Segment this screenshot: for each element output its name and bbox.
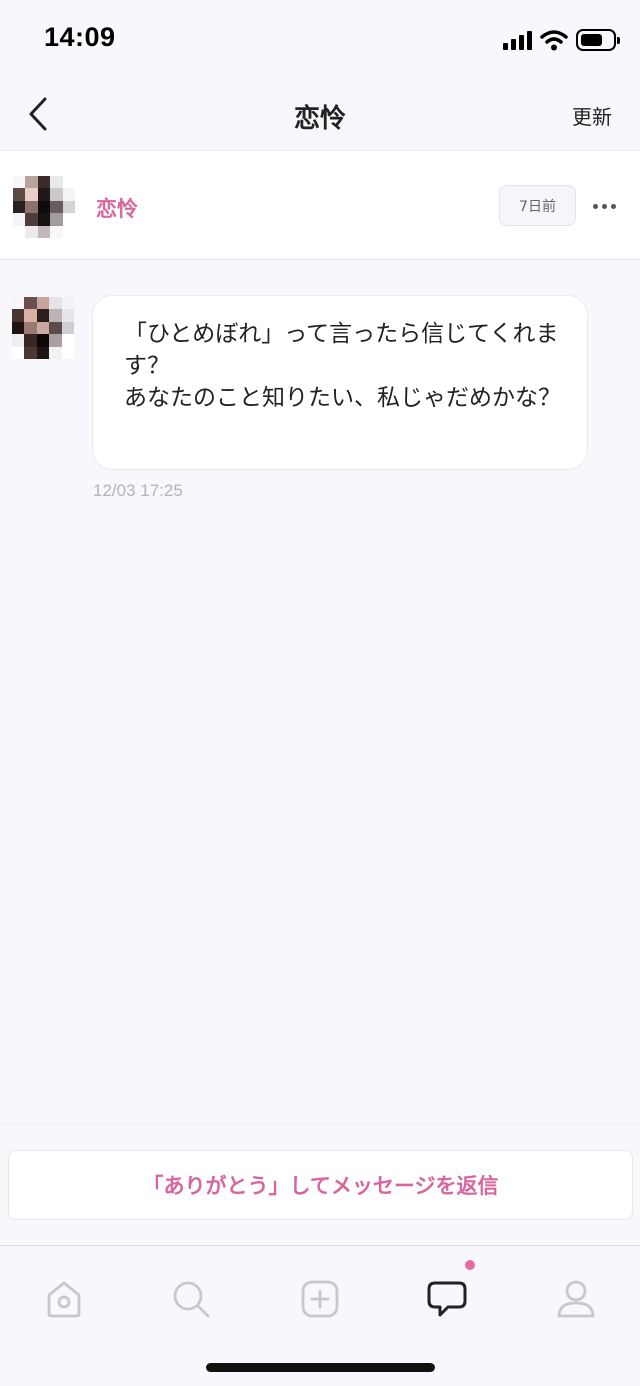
refresh-button[interactable]: 更新 (572, 101, 612, 130)
sender-name[interactable]: 恋怜 (96, 193, 138, 223)
more-button[interactable] (585, 186, 623, 226)
profile-icon (557, 1280, 595, 1318)
status-icons (503, 27, 620, 53)
search-icon (173, 1281, 210, 1318)
tab-search[interactable] (166, 1274, 216, 1324)
time-badge: 7日前 (499, 185, 576, 226)
battery-icon (576, 29, 620, 51)
message-bubble: 「ひとめぼれ」って言ったら信じてくれます？ あなたのこと知りたい、私じゃだめかな… (92, 295, 588, 470)
tab-bar (0, 1245, 640, 1386)
notification-badge (465, 1260, 475, 1270)
message-avatar[interactable] (12, 297, 74, 359)
status-bar: 14:09 (0, 0, 640, 78)
tab-home[interactable] (39, 1274, 89, 1324)
tab-post[interactable] (295, 1274, 345, 1324)
home-icon (47, 1281, 81, 1318)
battery-fill (581, 34, 602, 46)
nav-bar: 恋怜 更新 (0, 78, 640, 150)
status-time: 14:09 (44, 22, 116, 52)
reply-thanks-button[interactable]: 「ありがとう」してメッセージを返信 (8, 1150, 633, 1220)
tab-profile[interactable] (551, 1274, 601, 1324)
wifi-icon (540, 30, 568, 51)
signal-icon (503, 30, 532, 50)
message-timestamp: 12/03 17:25 (93, 481, 183, 500)
tab-messages[interactable] (422, 1274, 472, 1324)
page-title: 恋怜 (293, 104, 346, 134)
avatar[interactable] (13, 176, 75, 238)
plus-icon (301, 1280, 339, 1318)
more-icon (592, 203, 598, 209)
sender-header: 恋怜 7日前 (0, 150, 640, 260)
home-indicator (206, 1363, 435, 1372)
message-icon (427, 1281, 467, 1317)
reply-area: 「ありがとう」してメッセージを返信 (0, 1123, 640, 1245)
message-text: 「ひとめぼれ」って言ったら信じてくれます？ あなたのこと知りたい、私じゃだめかな… (124, 321, 561, 411)
